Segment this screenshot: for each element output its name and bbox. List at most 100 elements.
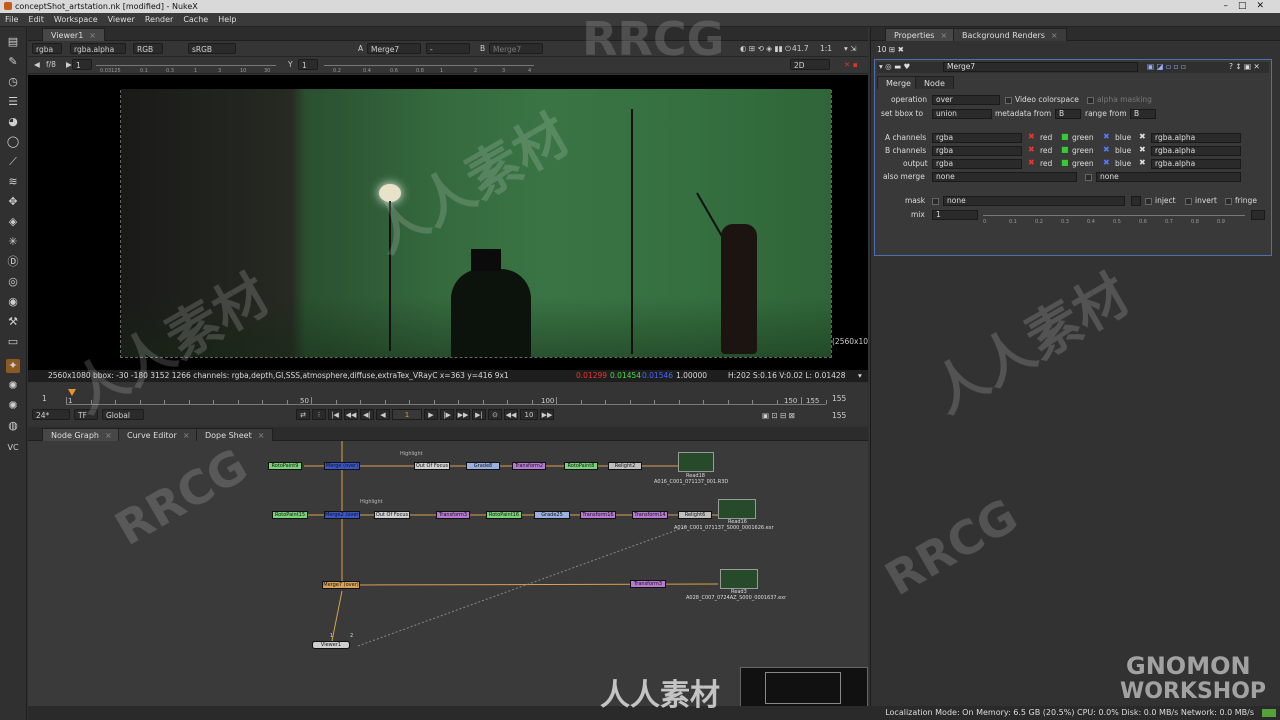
b-alpha-check-icon[interactable]: ✖: [1139, 145, 1146, 154]
subtab-merge[interactable]: Merge: [877, 76, 920, 89]
mix-curve-button[interactable]: [1251, 210, 1265, 220]
tab-dope-sheet[interactable]: Dope Sheet ×: [196, 428, 274, 441]
b-blue-check-icon[interactable]: ✖: [1103, 145, 1110, 154]
mask-button[interactable]: [1131, 196, 1141, 206]
node-grade25[interactable]: Grade25: [534, 511, 570, 519]
skip-forward-icon[interactable]: ▶▶: [540, 409, 554, 420]
toolsets-icon[interactable]: ⚒: [6, 315, 20, 329]
keyer-icon[interactable]: ⟋: [6, 155, 20, 169]
draw-icon[interactable]: ✎: [6, 55, 20, 69]
ratio-value[interactable]: 1:1: [820, 43, 832, 54]
gain-field[interactable]: 1: [72, 59, 92, 70]
first-frame-icon[interactable]: |◀: [328, 409, 342, 420]
deep-icon[interactable]: Ⓓ: [6, 255, 20, 269]
b-red-check-icon[interactable]: ✖: [1028, 145, 1035, 154]
menu-workspace[interactable]: Workspace: [49, 13, 103, 27]
a-channels-dropdown[interactable]: rgba: [932, 133, 1022, 143]
mask-dropdown[interactable]: none: [943, 196, 1125, 206]
range-dropdown[interactable]: Global: [102, 409, 144, 420]
minimap-viewport[interactable]: [765, 672, 841, 704]
node-rotopaint15[interactable]: RotoPaint15: [272, 511, 308, 519]
node-rotopaint8[interactable]: RotoPaint8: [564, 462, 598, 470]
node-name-field[interactable]: Merge7: [943, 62, 1138, 72]
menu-help[interactable]: Help: [213, 13, 241, 27]
output-dropdown[interactable]: rgba: [932, 159, 1022, 169]
a-green-check-icon[interactable]: ■: [1061, 132, 1069, 141]
tab-viewer1[interactable]: Viewer1 ×: [42, 28, 105, 41]
a-blue-check-icon[interactable]: ✖: [1103, 132, 1110, 141]
node-relight2[interactable]: Relight2: [608, 462, 642, 470]
out-alpha-dropdown[interactable]: rgba.alpha: [1151, 159, 1241, 169]
menu-render[interactable]: Render: [140, 13, 178, 27]
skip-back-icon[interactable]: ◀◀: [504, 409, 518, 420]
inject-checkbox[interactable]: [1145, 198, 1152, 205]
close-icon[interactable]: ×: [183, 431, 190, 440]
play-icon[interactable]: ▶: [424, 409, 438, 420]
node-transform3-row2[interactable]: Transform3: [436, 511, 470, 519]
menu-viewer[interactable]: Viewer: [103, 13, 140, 27]
menu-file[interactable]: File: [0, 13, 23, 27]
node-transform14[interactable]: Transform14: [632, 511, 668, 519]
mask-checkbox[interactable]: [932, 198, 939, 205]
fps-dropdown[interactable]: 24*: [32, 409, 70, 420]
node-merge1[interactable]: Merge (over): [324, 462, 360, 470]
input-a-dropdown[interactable]: Merge7: [367, 43, 421, 54]
out-frame[interactable]: 155: [832, 410, 846, 421]
frame-field[interactable]: 1: [392, 409, 422, 420]
other-icon[interactable]: ▭: [6, 335, 20, 349]
play-back-icon[interactable]: ◀: [376, 409, 390, 420]
tab-background-renders[interactable]: Background Renders ×: [953, 28, 1067, 41]
gain-slider[interactable]: [96, 65, 276, 66]
out-red-check-icon[interactable]: ✖: [1028, 158, 1035, 167]
close-icon[interactable]: ×: [258, 431, 265, 440]
gamma-field[interactable]: 1: [298, 59, 318, 70]
input-b-dropdown[interactable]: Merge7: [489, 43, 543, 54]
metadata-dropdown[interactable]: B: [1055, 109, 1081, 119]
fringe-checkbox[interactable]: [1225, 198, 1232, 205]
b-alpha-dropdown[interactable]: rgba.alpha: [1151, 146, 1241, 156]
also-merge-checkbox[interactable]: [1085, 174, 1092, 181]
close-icon[interactable]: ×: [940, 31, 947, 40]
read18-thumbnail[interactable]: [678, 452, 714, 472]
node-rotopaint16[interactable]: RotoPaint16: [486, 511, 522, 519]
node-merge2[interactable]: Merge2 (over): [324, 511, 360, 519]
invert-checkbox[interactable]: [1185, 198, 1192, 205]
zoom-value[interactable]: 41.7: [792, 43, 809, 54]
composite-mode-dropdown[interactable]: -: [426, 43, 470, 54]
node-relight6[interactable]: Relight6: [678, 511, 712, 519]
view-mode-dropdown[interactable]: 2D: [790, 59, 830, 70]
read16-thumbnail[interactable]: [718, 499, 756, 519]
also-merge-dropdown-2[interactable]: none: [1096, 172, 1241, 182]
step-back-icon[interactable]: ◀|: [360, 409, 374, 420]
menu-cache[interactable]: Cache: [178, 13, 213, 27]
out-green-check-icon[interactable]: ■: [1061, 158, 1069, 167]
metadata-icon[interactable]: ◉: [6, 295, 20, 309]
close-icon[interactable]: ×: [1051, 31, 1058, 40]
node-out-of-focus-1[interactable]: Out Of Focus: [414, 462, 450, 470]
pause-icon[interactable]: ✕ ▪: [844, 59, 858, 70]
loop-icon[interactable]: ⊙: [488, 409, 502, 420]
tab-properties[interactable]: Properties ×: [885, 28, 957, 41]
node-rotopaint9[interactable]: RotoPaint9: [268, 462, 302, 470]
step-forward-icon[interactable]: |▶: [440, 409, 454, 420]
gain-arrow-icon[interactable]: ▶: [66, 59, 72, 70]
a-alpha-dropdown[interactable]: rgba.alpha: [1151, 133, 1241, 143]
bbox-dropdown[interactable]: union: [932, 109, 992, 119]
step-forward-10-icon[interactable]: ▶▶: [456, 409, 470, 420]
color-icon[interactable]: ◕: [6, 115, 20, 129]
fstop-value[interactable]: f/8: [46, 59, 56, 70]
3d-icon[interactable]: ◈: [6, 215, 20, 229]
tab-curve-editor[interactable]: Curve Editor ×: [118, 428, 199, 441]
operation-dropdown[interactable]: over: [932, 95, 1000, 105]
flipbook-icons[interactable]: ▣ ⊡ ⊟ ⊠: [762, 410, 795, 421]
ocula-icon[interactable]: ✺: [6, 379, 20, 393]
channels-dropdown[interactable]: rgba: [32, 43, 62, 54]
node-viewer1[interactable]: Viewer1: [312, 641, 350, 649]
tab-node-graph[interactable]: Node Graph ×: [42, 428, 121, 441]
mix-field[interactable]: 1: [932, 210, 978, 220]
viewer-settings-icon[interactable]: ▾ ⇲: [844, 43, 856, 54]
node-transform3[interactable]: Transform3: [630, 580, 666, 588]
node-out-of-focus-2[interactable]: Out Of Focus: [374, 511, 410, 519]
menu-edit[interactable]: Edit: [23, 13, 49, 27]
node-header-help[interactable]: ? ↕ ▣ ✕: [1229, 62, 1260, 72]
